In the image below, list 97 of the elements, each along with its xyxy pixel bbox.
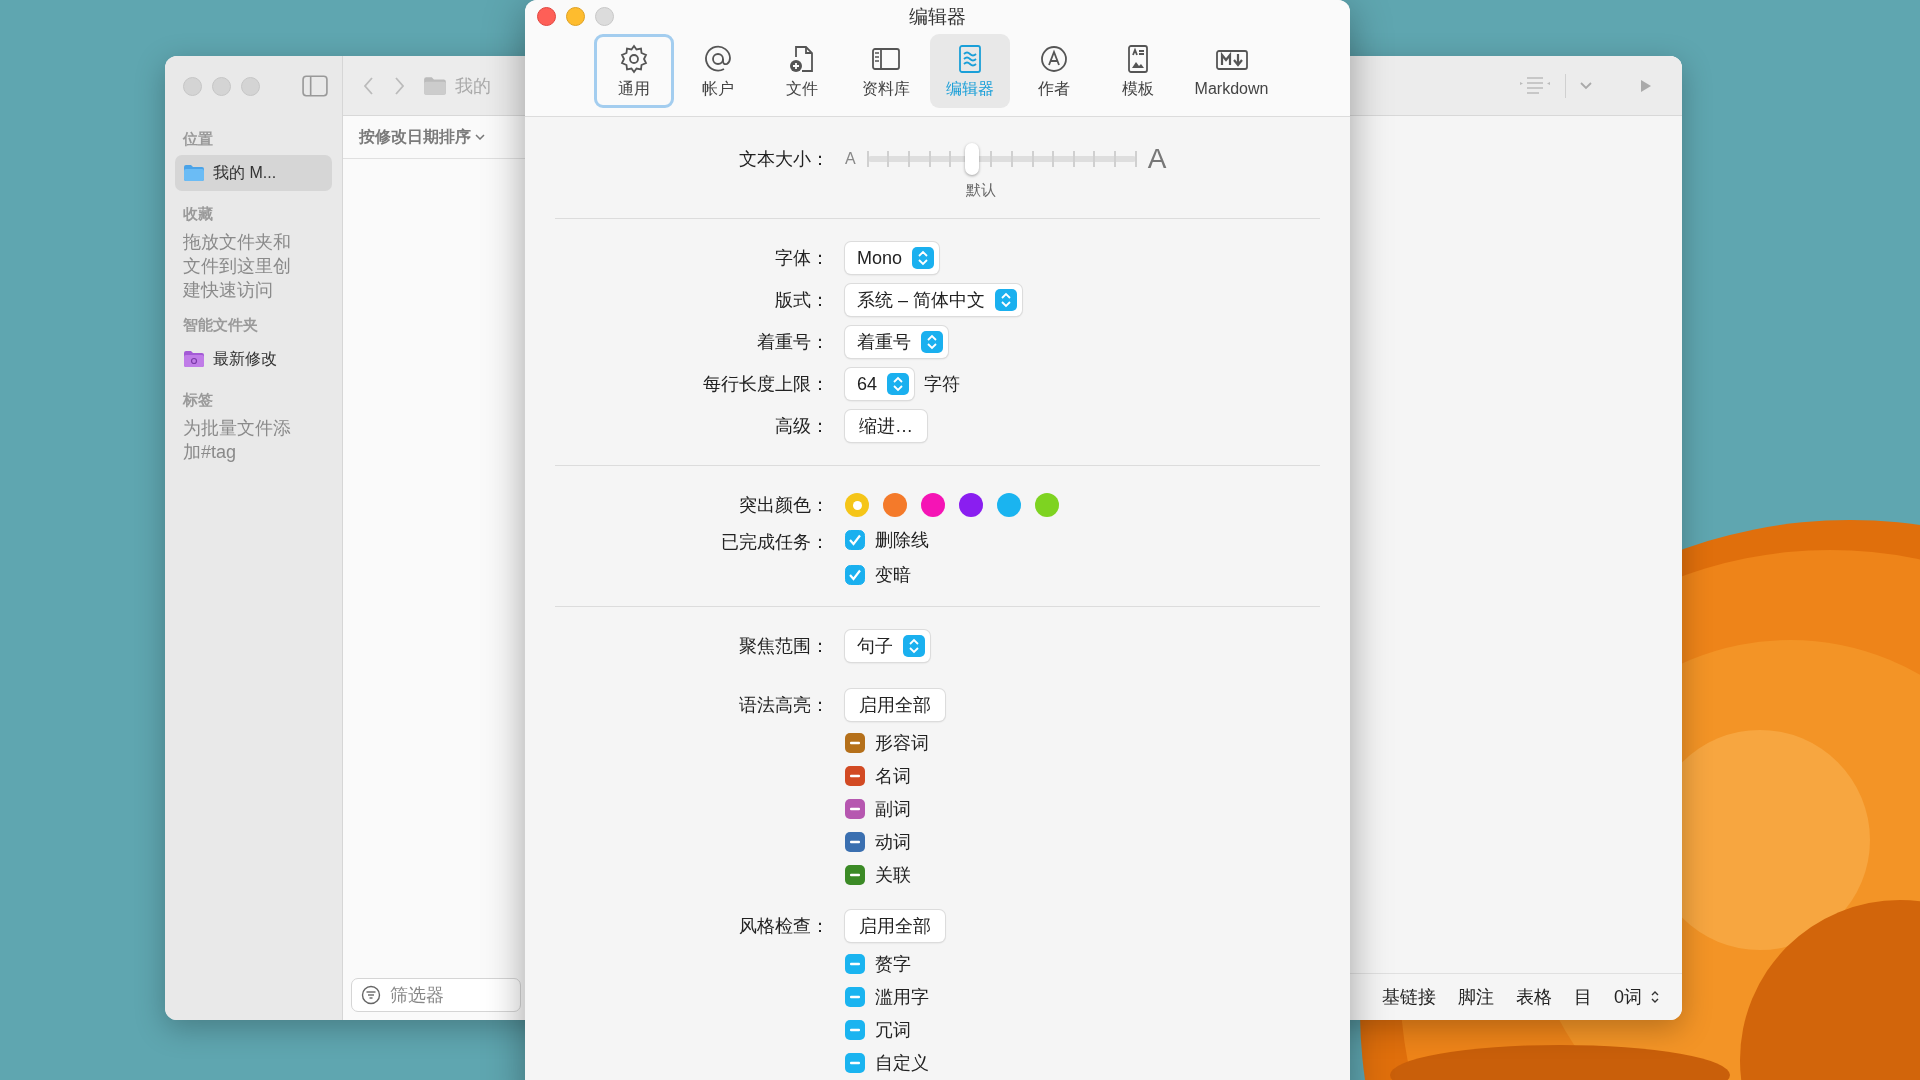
chevron-down-icon[interactable]: [1580, 81, 1592, 90]
checkbox[interactable]: [845, 1052, 865, 1073]
stepper-icon: [995, 289, 1017, 311]
stepper-icon: [921, 331, 943, 353]
popup-menu[interactable]: 64: [845, 368, 915, 400]
preferences-tab[interactable]: 通用: [593, 34, 674, 108]
status-bar-item[interactable]: 目: [1574, 985, 1592, 1009]
stepper-icon: [887, 373, 910, 395]
checkbox[interactable]: [845, 765, 865, 786]
back-chevron-icon[interactable]: [363, 75, 375, 96]
popup-menu[interactable]: 着重号: [845, 326, 948, 358]
large-letter-marker: A: [1147, 143, 1167, 175]
checkbox[interactable]: [845, 831, 865, 852]
checkbox-label: 变暗: [875, 563, 911, 587]
sidebar-item[interactable]: 最新修改: [175, 341, 332, 377]
filter-field[interactable]: 筛选器: [351, 978, 521, 1012]
checkbox-label: 滥用字: [875, 985, 929, 1009]
checkbox-label: 副词: [875, 797, 911, 821]
checkbox[interactable]: [845, 986, 865, 1007]
unit-label: 字符: [924, 373, 961, 396]
enable-all-button[interactable]: 启用全部: [845, 910, 945, 942]
status-bar-item[interactable]: 基链接: [1382, 985, 1436, 1009]
setting-label: 语法高亮：: [738, 694, 830, 717]
sidebar-hint: 为批量文件添加#tag: [182, 417, 292, 464]
checkbox[interactable]: [845, 732, 865, 753]
slider-caption: 默认: [965, 181, 996, 200]
setting-label: 着重号：: [756, 331, 830, 354]
window-title: 编辑器: [909, 5, 966, 29]
folder-path: 我的: [455, 74, 491, 98]
popup-menu[interactable]: Mono: [845, 242, 940, 274]
word-count[interactable]: 0词: [1614, 985, 1660, 1009]
close-button[interactable]: [537, 6, 556, 26]
sidebar-section-header: 收藏: [183, 205, 214, 224]
indent-button[interactable]: 缩进…: [845, 410, 927, 442]
sidebar-item[interactable]: 我的 M...: [175, 155, 332, 191]
chevron-down-icon: [475, 134, 485, 140]
sidebar-section-header: 智能文件夹: [183, 316, 259, 335]
popup-menu[interactable]: 系统 – 简体中文: [845, 284, 1022, 316]
accent-color-swatch[interactable]: [921, 493, 945, 517]
status-bar-item[interactable]: 脚注: [1458, 985, 1494, 1009]
preferences-tab[interactable]: Markdown: [1181, 34, 1282, 108]
forward-chevron-icon[interactable]: [393, 75, 405, 96]
preferences-tab[interactable]: 文件: [761, 34, 842, 108]
checkbox-label: 删除线: [875, 528, 929, 552]
setting-label: 突出颜色：: [738, 494, 830, 517]
small-letter-marker: A: [845, 150, 856, 168]
popup-menu[interactable]: 句子: [845, 630, 930, 662]
checkbox-label: 赘字: [875, 952, 911, 976]
setting-label: 文本大小：: [738, 148, 830, 171]
accent-color-swatch[interactable]: [883, 493, 907, 517]
sidebar-section-header: 位置: [183, 130, 214, 149]
stepper-icon: [903, 635, 925, 657]
checkbox-label: 关联: [875, 863, 911, 887]
checkbox-label: 自定义: [875, 1051, 929, 1075]
preferences-tab[interactable]: 模板: [1097, 34, 1178, 108]
preferences-tab[interactable]: 资料库: [845, 34, 926, 108]
zoom-button[interactable]: [595, 6, 614, 26]
checkbox-label: 动词: [875, 830, 911, 854]
accent-color-swatch[interactable]: [845, 493, 869, 517]
checkbox[interactable]: [845, 864, 865, 885]
outline-icon[interactable]: [1519, 74, 1551, 97]
checkbox[interactable]: [845, 953, 865, 974]
play-icon[interactable]: [1640, 78, 1652, 93]
setting-label: 每行长度上限：: [702, 373, 830, 396]
sidebar-toggle-icon[interactable]: [302, 75, 328, 97]
sidebar-hint: 拖放文件夹和文件到这里创建快速访问: [182, 231, 292, 302]
setting-label: 聚焦范围：: [738, 635, 830, 658]
preferences-tab[interactable]: 作者: [1013, 34, 1094, 108]
checkbox[interactable]: [845, 529, 865, 550]
setting-label: 风格检查：: [738, 915, 830, 938]
sort-menu[interactable]: 按修改日期排序: [359, 126, 485, 148]
up-down-arrows-icon: [1650, 989, 1660, 1005]
folder-icon: [183, 164, 205, 182]
setting-label: 字体：: [774, 247, 830, 270]
text-size-slider[interactable]: [867, 142, 1136, 176]
accent-color-swatch[interactable]: [1035, 493, 1059, 517]
status-bar-item[interactable]: 表格: [1516, 985, 1552, 1009]
sidebar-section-header: 标签: [183, 391, 214, 410]
checkbox-label: 形容词: [875, 731, 929, 755]
setting-label: 高级：: [774, 415, 830, 438]
enable-all-button[interactable]: 启用全部: [845, 689, 945, 721]
checkbox[interactable]: [845, 798, 865, 819]
setting-label: 版式：: [774, 289, 830, 312]
accent-color-swatch[interactable]: [959, 493, 983, 517]
folder-icon: [423, 75, 447, 96]
slider-thumb[interactable]: [965, 143, 980, 175]
minimize-button[interactable]: [566, 6, 585, 26]
setting-label: 已完成任务：: [720, 531, 830, 554]
checkbox-label: 冗词: [875, 1018, 911, 1042]
filter-icon: [361, 985, 381, 1005]
preferences-tab[interactable]: 帐户: [677, 34, 758, 108]
checkbox[interactable]: [845, 564, 865, 585]
stepper-icon: [912, 247, 935, 269]
gear-folder-icon: [183, 350, 205, 368]
checkbox[interactable]: [845, 1019, 865, 1040]
checkbox-label: 名词: [875, 764, 911, 788]
accent-color-swatch[interactable]: [997, 493, 1021, 517]
